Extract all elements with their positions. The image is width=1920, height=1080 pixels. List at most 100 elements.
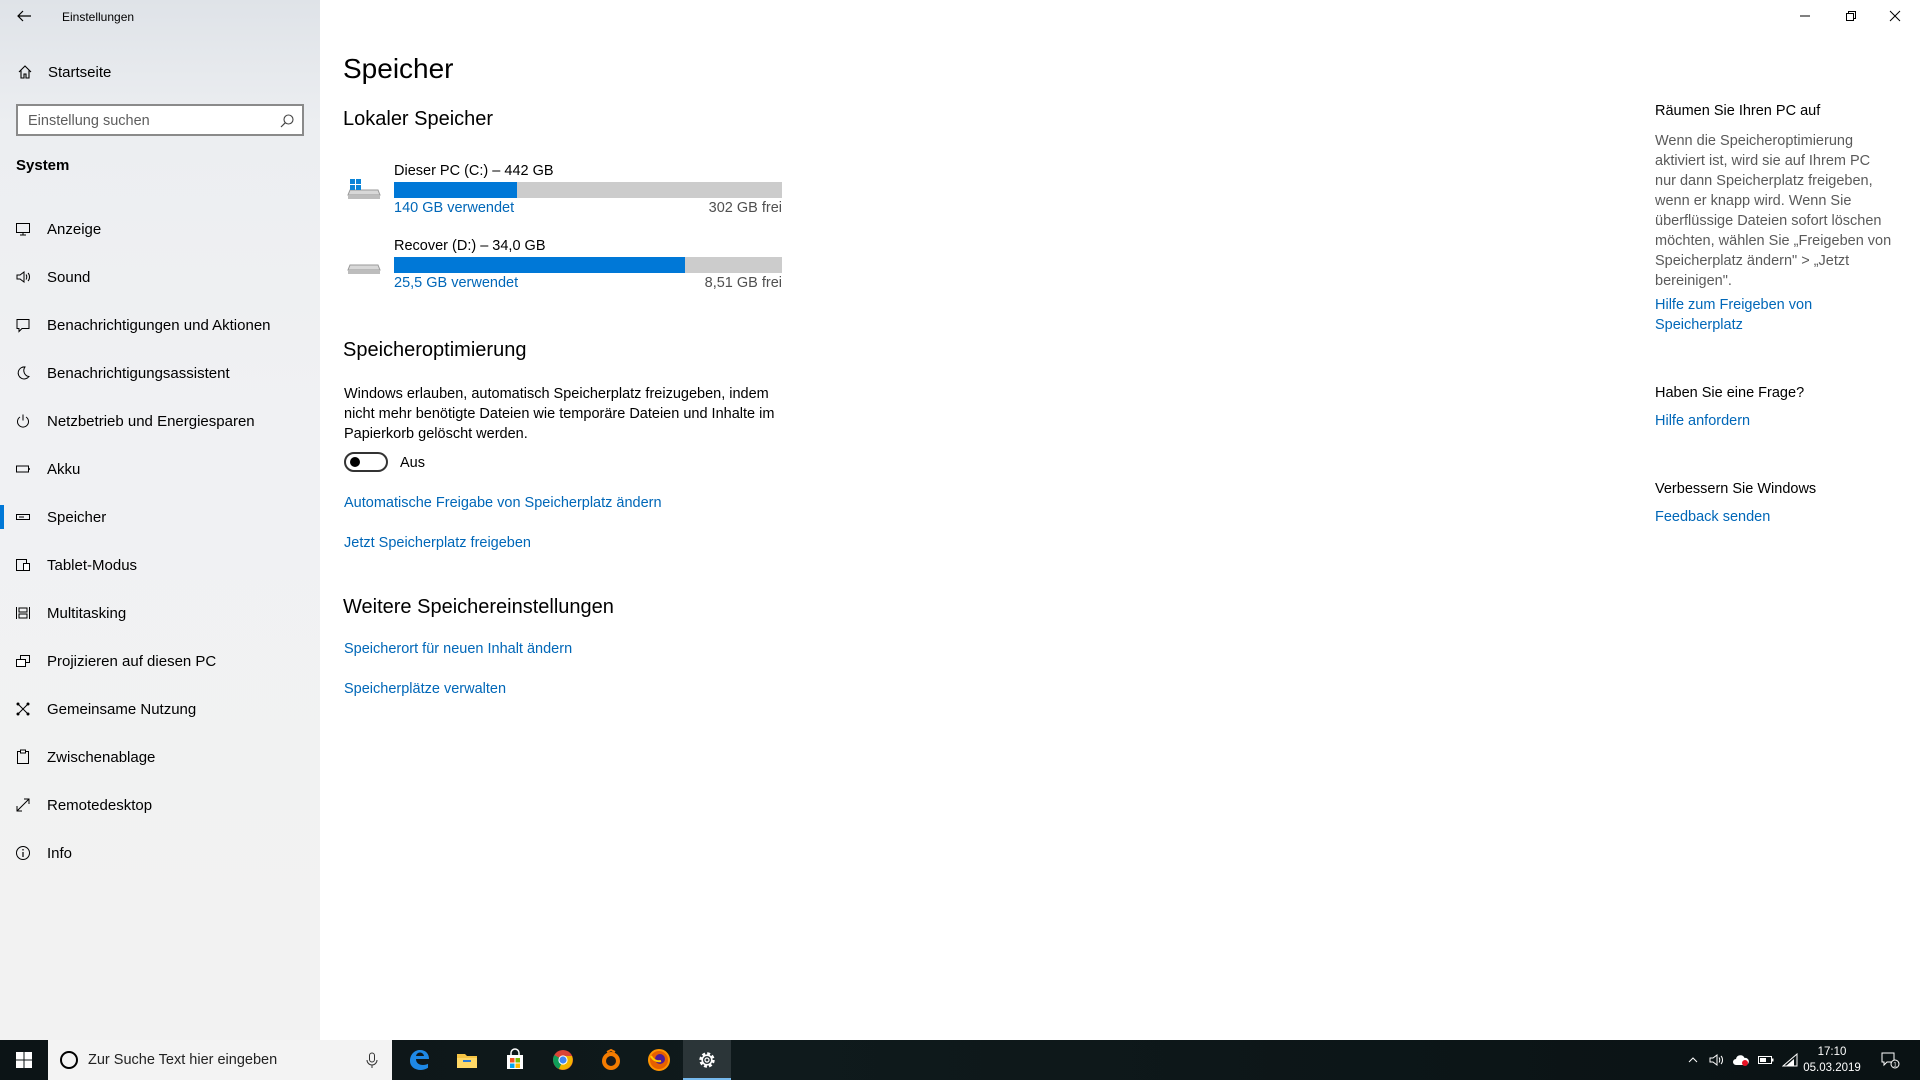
taskbar-media-player[interactable] (587, 1040, 635, 1080)
home-label: Startseite (48, 63, 112, 81)
taskbar-search-input[interactable]: Zur Suche Text hier eingeben (48, 1040, 392, 1080)
taskbar-edge[interactable] (395, 1040, 443, 1080)
info-icon (14, 844, 32, 862)
notification-icon (14, 316, 32, 334)
sidebar-item-label: Zwischenablage (47, 748, 156, 766)
main-content: Speicher Lokaler Speicher Dieser PC (C:)… (343, 0, 1563, 1040)
change-save-location-link[interactable]: Speicherort für neuen Inhalt ändern (344, 641, 572, 657)
sidebar-item-projizieren[interactable]: Projizieren auf diesen PC (0, 637, 320, 685)
sidebar-item-zwischenablage[interactable]: Zwischenablage (0, 733, 320, 781)
action-center-button[interactable]: 1 (1870, 1040, 1910, 1080)
restore-button[interactable] (1828, 0, 1874, 32)
notification-count: 1 (1893, 1062, 1897, 1069)
sidebar-item-anzeige[interactable]: Anzeige (0, 205, 320, 253)
share-icon (14, 700, 32, 718)
manage-storage-spaces-link[interactable]: Speicherplätze verwalten (344, 681, 506, 697)
sidebar-item-label: Tablet-Modus (47, 556, 138, 574)
usage-fill (394, 257, 685, 273)
battery-icon (14, 460, 32, 478)
store-icon (507, 1048, 523, 1069)
taskbar-settings[interactable] (683, 1040, 731, 1080)
sidebar-item-sound[interactable]: Sound (0, 253, 320, 301)
cleanup-help-link[interactable]: Hilfe zum Freigeben von Speicherplatz (1655, 295, 1895, 335)
home-link[interactable]: Startseite (0, 57, 320, 87)
usage-bar (394, 257, 782, 273)
sidebar-item-tablet-modus[interactable]: Tablet-Modus (0, 541, 320, 589)
drive-d[interactable]: Recover (D:) – 34,0 GB 25,5 GB verwendet… (343, 238, 783, 298)
settings-icon (699, 1052, 715, 1068)
sidebar-item-benachrichtigungen[interactable]: Benachrichtigungen und Aktionen (0, 301, 320, 349)
display-icon (14, 220, 32, 238)
tray-battery[interactable] (1755, 1040, 1777, 1080)
app-title: Einstellungen (62, 10, 135, 24)
taskbar-firefox[interactable] (635, 1040, 683, 1080)
sidebar-item-label: Akku (47, 460, 81, 478)
drive-c[interactable]: Dieser PC (C:) – 442 GB 140 GB verwendet… (343, 163, 783, 223)
tray-volume[interactable] (1705, 1040, 1727, 1080)
action-center-icon: 1 (1881, 1052, 1900, 1069)
optimization-description: Windows erlauben, automatisch Speicherpl… (344, 386, 775, 442)
sidebar-item-label: Benachrichtigungsassistent (47, 364, 230, 382)
sidebar-item-multitasking[interactable]: Multitasking (0, 589, 320, 637)
tray-network[interactable] (1779, 1040, 1801, 1080)
taskbar-store[interactable] (491, 1040, 539, 1080)
cloud-icon (1733, 1055, 1749, 1066)
media-player-icon (602, 1048, 620, 1070)
restore-icon (1846, 11, 1856, 21)
get-help-link[interactable]: Hilfe anfordern (1655, 411, 1895, 431)
sidebar-item-speicher[interactable]: Speicher (0, 493, 320, 541)
search-placeholder: Einstellung suchen (28, 113, 150, 129)
feedback-link[interactable]: Feedback senden (1655, 507, 1895, 527)
question-heading: Haben Sie eine Frage? (1655, 385, 1805, 401)
remote-icon (14, 796, 32, 814)
sidebar-item-label: Multitasking (47, 604, 127, 622)
free-label: 302 GB frei (708, 200, 782, 216)
sidebar-item-info[interactable]: Info (0, 829, 320, 877)
back-button[interactable] (10, 2, 38, 30)
free-now-link[interactable]: Jetzt Speicherplatz freigeben (344, 535, 531, 551)
sidebar-item-netzbetrieb[interactable]: Netzbetrieb und Energiesparen (0, 397, 320, 445)
sidebar-item-gemeinsame-nutzung[interactable]: Gemeinsame Nutzung (0, 685, 320, 733)
storage-icon (14, 508, 32, 526)
tablet-icon (14, 556, 32, 574)
sidebar-item-label: Sound (47, 268, 91, 286)
title-bar: Einstellungen (0, 0, 320, 32)
microphone-icon[interactable] (366, 1052, 378, 1069)
taskbar-explorer[interactable] (443, 1040, 491, 1080)
sidebar-item-label: Projizieren auf diesen PC (47, 652, 217, 670)
moon-icon (14, 364, 32, 382)
settings-search-input[interactable]: Einstellung suchen (16, 104, 304, 136)
edge-icon (410, 1050, 429, 1070)
nav-list: Anzeige Sound Benachrichtigungen und Akt… (0, 205, 320, 877)
improve-heading: Verbessern Sie Windows (1655, 481, 1817, 497)
battery-plug-icon (1758, 1056, 1774, 1064)
show-hidden-icons[interactable] (1683, 1040, 1703, 1080)
change-auto-free-link[interactable]: Automatische Freigabe von Speicherplatz … (344, 495, 662, 511)
tray-onedrive[interactable] (1729, 1040, 1753, 1080)
sidebar-item-label: Speicher (47, 508, 107, 526)
multitasking-icon (14, 604, 32, 622)
optimization-heading: Speicheroptimierung (343, 339, 527, 361)
sidebar-item-akku[interactable]: Akku (0, 445, 320, 493)
sidebar-item-remotedesktop[interactable]: Remotedesktop (0, 781, 320, 829)
clock-time: 17:10 (1817, 1046, 1847, 1058)
tray-clock[interactable]: 17:10 05.03.2019 (1802, 1044, 1862, 1076)
minimize-button[interactable] (1782, 0, 1828, 32)
sidebar-item-label: Anzeige (47, 220, 102, 238)
drive-name: Recover (D:) – 34,0 GB (394, 238, 546, 254)
toggle-state: Aus (400, 455, 425, 471)
wifi-icon (1782, 1053, 1798, 1067)
taskbar-search-placeholder: Zur Suche Text hier eingeben (88, 1052, 278, 1068)
taskbar: Zur Suche Text hier eingeben 17:10 05.03… (0, 1040, 1920, 1080)
start-button[interactable] (0, 1040, 48, 1080)
sidebar-item-benachrichtigungsassistent[interactable]: Benachrichtigungsassistent (0, 349, 320, 397)
chevron-up-icon (1688, 1057, 1698, 1063)
usage-fill (394, 182, 517, 198)
cortana-icon (60, 1051, 78, 1069)
taskbar-chrome[interactable] (539, 1040, 587, 1080)
usage-bar (394, 182, 782, 198)
windows-logo-icon (16, 1052, 32, 1068)
close-button[interactable] (1872, 0, 1918, 32)
storage-sense-toggle[interactable] (344, 452, 388, 472)
clock-date: 05.03.2019 (1803, 1062, 1861, 1074)
